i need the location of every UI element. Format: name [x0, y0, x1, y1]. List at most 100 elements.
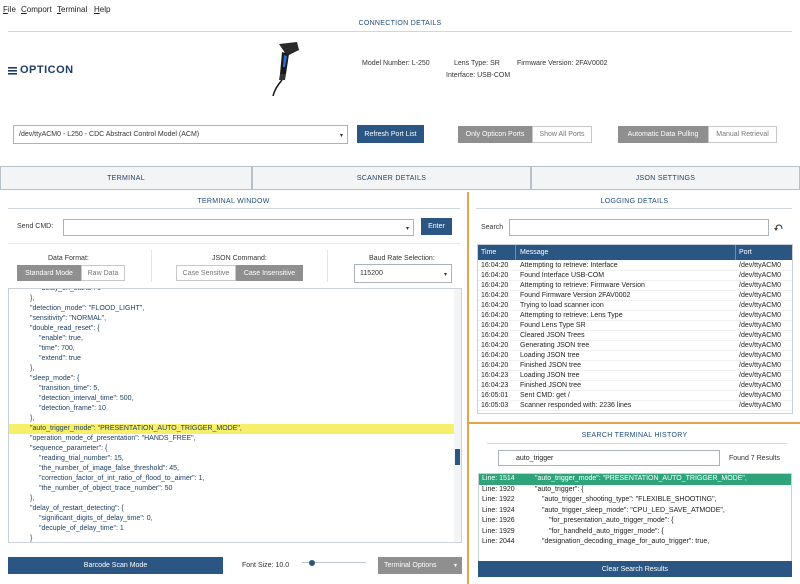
case-insensitive-toggle[interactable]: Case Insensitive [236, 265, 303, 281]
log-message: Found Lens Type SR [520, 322, 586, 329]
log-message: Attempting to retrieve: Firmware Version [520, 282, 645, 289]
port-select-value: /dev/ttyACM0 - L250 - CDC Abstract Contr… [19, 131, 200, 138]
terminal-line: } [9, 534, 455, 542]
terminal-output[interactable]: "delay_on_stand": 0}, "detection_mode": "… [8, 288, 462, 543]
log-row: 16:04:20 Found Interface USB-COM/dev/ttyA… [478, 271, 792, 281]
model-number: Model Number: L-250 [362, 60, 430, 67]
port-select[interactable]: /dev/ttyACM0 - L250 - CDC Abstract Contr… [13, 125, 348, 144]
history-row[interactable]: Line: 1926 "for_presentation_auto_trigger… [479, 516, 791, 527]
log-table: Time Message Port 16:04:20 Attempting to … [477, 244, 793, 414]
menu-file[interactable]: File [3, 5, 16, 14]
log-header-time: Time [481, 249, 497, 256]
firmware-version: Firmware Version: 2FAV0002 [517, 60, 608, 67]
standard-mode-toggle[interactable]: Standard Mode [17, 265, 81, 281]
log-time: 16:04:23 [481, 382, 509, 389]
clear-search-results-button[interactable]: Clear Search Results [478, 561, 792, 577]
history-line-text: "auto_trigger_mode": "PRESENTATION_AUTO_… [535, 475, 747, 482]
terminal-line-text: "transition_time": 5, [39, 385, 100, 392]
history-line-text: "designation_decoding_image_for_auto_tri… [542, 538, 710, 545]
history-row[interactable]: Line: 1514 "auto_trigger_mode": "PRESENTA… [479, 474, 791, 485]
log-row: 16:04:20 Finished JSON tree/dev/ttyACM0 [478, 361, 792, 371]
terminal-line: "the_number_of_object_trace_number": 50 [9, 484, 455, 494]
history-line-number: Line: 1926 [482, 517, 515, 524]
show-all-ports-toggle[interactable]: Show All Ports [532, 126, 592, 143]
log-port: /dev/ttyACM0 [739, 362, 782, 369]
options-divider [8, 243, 460, 244]
enter-button[interactable]: Enter [421, 218, 452, 235]
font-size-slider[interactable] [302, 560, 366, 566]
connection-divider [8, 31, 792, 32]
terminal-line: "correction_factor_of_int_ratio_of_flood… [9, 474, 455, 484]
log-port: /dev/ttyACM0 [739, 332, 782, 339]
right-panel-splitter[interactable] [469, 422, 800, 424]
raw-data-toggle[interactable]: Raw Data [81, 265, 125, 281]
history-row[interactable]: Line: 1929 "for_handheld_auto_trigger_mod… [479, 527, 791, 538]
send-cmd-input[interactable]: ▾ [63, 219, 414, 236]
log-port: /dev/ttyACM0 [739, 312, 782, 319]
log-message: Loading JSON tree [520, 352, 580, 359]
options-separator [151, 250, 152, 282]
terminal-options-button[interactable]: Terminal Options ▾ [378, 557, 462, 574]
baud-rate-select[interactable]: 115200 ▾ [354, 264, 452, 283]
manual-retrieval-toggle[interactable]: Manual Retrieval [708, 126, 777, 143]
automatic-data-pulling-toggle[interactable]: Automatic Data Pulling [618, 126, 708, 143]
history-row[interactable]: Line: 1924 "auto_trigger_sleep_mode": "CP… [479, 506, 791, 517]
log-time: 16:04:20 [481, 292, 509, 299]
menu-comport[interactable]: Comport [21, 5, 52, 14]
scanner-image [272, 42, 299, 97]
terminal-line-text: "double_read_reset": { [30, 325, 100, 332]
tab-json-settings[interactable]: JSON SETTINGS [531, 166, 800, 190]
slider-handle[interactable] [309, 560, 315, 566]
menu-help[interactable]: Help [94, 5, 110, 14]
history-line-number: Line: 2044 [482, 538, 515, 545]
panel-splitter[interactable] [467, 192, 469, 584]
tab-scanner-details[interactable]: SCANNER DETAILS [252, 166, 531, 190]
terminal-line-text: }, [30, 495, 35, 502]
history-search-input[interactable]: auto_trigger [498, 450, 720, 466]
chevron-down-icon: ▾ [453, 563, 457, 569]
log-port: /dev/ttyACM0 [739, 262, 782, 269]
terminal-line: "detection_interval_time": 500, [9, 394, 455, 404]
menu-terminal[interactable]: Terminal [57, 5, 87, 14]
terminal-line-text: "decuple_of_delay_time": 1 [39, 525, 124, 532]
log-col-divider [735, 245, 736, 260]
history-line-number: Line: 1920 [482, 485, 515, 493]
log-time: 16:04:20 [481, 312, 509, 319]
terminal-line: "decuple_of_delay_time": 1 [9, 524, 455, 534]
terminal-line-text: "time": 700, [39, 345, 75, 352]
baud-rate-value: 115200 [360, 270, 383, 277]
log-row: 16:05:03 Scanner responded with: 2236 lin… [478, 401, 792, 411]
history-row[interactable]: Line: 2044 "designation_decoding_image_fo… [479, 537, 791, 548]
history-row[interactable]: Line: 1920 "auto_trigger": { [479, 485, 791, 496]
log-row: 16:04:20 Loading JSON tree/dev/ttyACM0 [478, 351, 792, 361]
terminal-line: "sensitivity": "NORMAL", [9, 314, 455, 324]
log-port: /dev/ttyACM0 [739, 392, 782, 399]
terminal-line: "reading_trial_number": 15, [9, 454, 455, 464]
log-time: 16:04:20 [481, 352, 509, 359]
terminal-scrollbar-thumb[interactable] [455, 449, 460, 465]
log-time: 16:04:23 [481, 372, 509, 379]
refresh-port-list-button[interactable]: Refresh Port List [357, 125, 424, 143]
log-port: /dev/ttyACM0 [739, 322, 782, 329]
terminal-line-text: "reading_trial_number": 15, [39, 455, 124, 462]
clear-search-icon[interactable] [774, 223, 784, 231]
terminal-line: "sequence_parameter": { [9, 444, 455, 454]
log-time: 16:04:20 [481, 262, 509, 269]
terminal-line: "detection_mode": "FLOOD_LIGHT", [9, 304, 455, 314]
log-time: 16:04:20 [481, 332, 509, 339]
terminal-line-text: "significant_digits_of_delay_time": 0, [39, 515, 153, 522]
terminal-line: "auto_trigger_mode": "PRESENTATION_AUTO_… [9, 424, 455, 434]
terminal-scrollbar[interactable] [454, 289, 461, 542]
case-sensitive-toggle[interactable]: Case Sensitive [176, 265, 236, 281]
log-search-input[interactable] [509, 219, 769, 236]
history-line-text: "auto_trigger_sleep_mode": "CPU_LED_SAVE… [542, 506, 725, 514]
terminal-line-text: "operation_mode_of_presentation": "HANDS… [30, 435, 196, 442]
font-size-label: Font Size: 10.0 [242, 562, 290, 569]
only-opticon-ports-toggle[interactable]: Only Opticon Ports [458, 126, 532, 143]
history-row[interactable]: Line: 1922 "auto_trigger_shooting_type": … [479, 495, 791, 506]
terminal-line: "double_read_reset": { [9, 324, 455, 334]
barcode-scan-mode-button[interactable]: Barcode Scan Mode [8, 557, 223, 574]
terminal-line-text: "correction_factor_of_int_ratio_of_flood… [39, 475, 205, 482]
tab-terminal[interactable]: TERMINAL [0, 166, 252, 190]
terminal-line-text: "the_number_of_image_false_threshold": 4… [39, 465, 180, 472]
